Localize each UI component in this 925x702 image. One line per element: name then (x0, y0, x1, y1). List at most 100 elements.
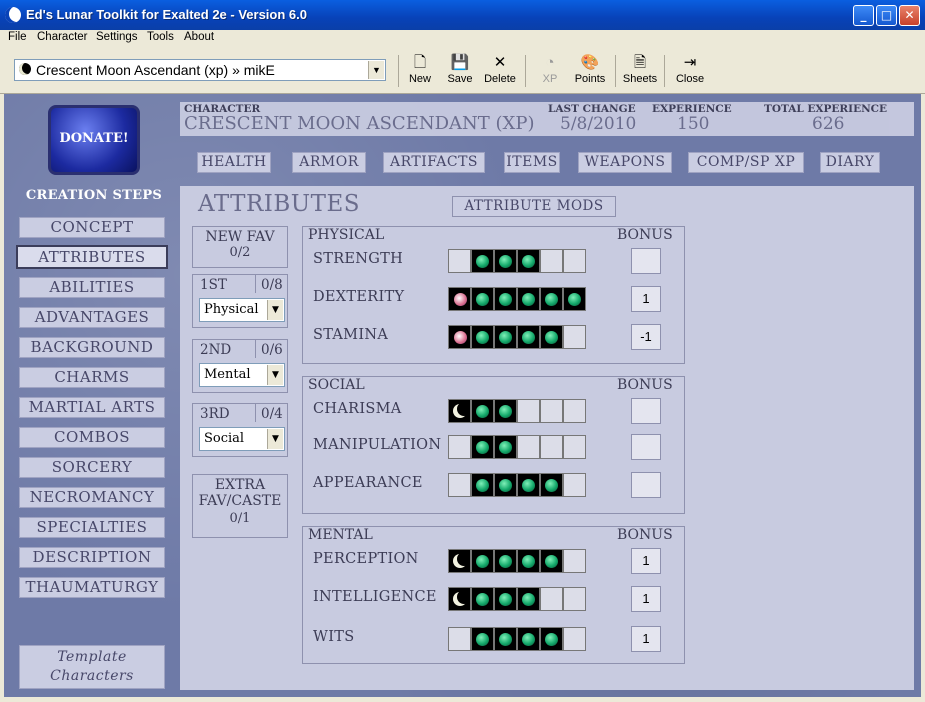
filled-dot[interactable] (494, 435, 517, 459)
filled-dot[interactable] (494, 627, 517, 651)
crescent-moon-icon[interactable] (448, 587, 471, 611)
menu-tools[interactable]: Tools (147, 31, 174, 43)
filled-dot[interactable] (517, 325, 540, 349)
filled-dot[interactable] (517, 549, 540, 573)
nav-attributes[interactable]: ATTRIBUTES (16, 245, 168, 269)
nav-specialties[interactable]: SPECIALTIES (19, 517, 165, 538)
chevron-down-icon[interactable]: ▼ (267, 429, 283, 449)
menu-about[interactable]: About (184, 31, 214, 43)
template-characters-button[interactable]: Template Characters (19, 645, 165, 689)
filled-dot[interactable] (471, 587, 494, 611)
filled-dot[interactable] (494, 587, 517, 611)
save-button[interactable]: 💾 Save (440, 53, 480, 91)
filled-dot[interactable] (517, 627, 540, 651)
tab-comp-sp-xp[interactable]: COMP/SP XP (688, 152, 804, 173)
filled-dot[interactable] (494, 249, 517, 273)
empty-dot[interactable] (563, 473, 586, 497)
filled-dot[interactable] (540, 549, 563, 573)
empty-dot[interactable] (448, 627, 471, 651)
nav-martial-arts[interactable]: MARTIAL ARTS (19, 397, 165, 418)
menu-character[interactable]: Character (37, 31, 88, 43)
tab-items[interactable]: ITEMS (504, 152, 560, 173)
empty-dot[interactable] (448, 473, 471, 497)
donate-button[interactable]: DONATE! (48, 105, 140, 175)
filled-dot[interactable] (494, 549, 517, 573)
stamina-bonus-field[interactable]: -1 (631, 324, 661, 350)
tab-health[interactable]: HEALTH (197, 152, 271, 173)
charisma-bonus-field[interactable] (631, 398, 661, 424)
maximize-button[interactable]: □ (876, 5, 897, 26)
nav-charms[interactable]: CHARMS (19, 367, 165, 388)
nav-concept[interactable]: CONCEPT (19, 217, 165, 238)
empty-dot[interactable] (563, 325, 586, 349)
filled-dot[interactable] (540, 325, 563, 349)
menu-file[interactable]: File (8, 31, 27, 43)
caste-mark-icon[interactable] (448, 287, 471, 311)
nav-advantages[interactable]: ADVANTAGES (19, 307, 165, 328)
menu-settings[interactable]: Settings (96, 31, 138, 43)
empty-dot[interactable] (563, 549, 586, 573)
nav-necromancy[interactable]: NECROMANCY (19, 487, 165, 508)
filled-dot[interactable] (517, 473, 540, 497)
appearance-bonus-field[interactable] (631, 472, 661, 498)
dexterity-bonus-field[interactable]: 1 (631, 286, 661, 312)
empty-dot[interactable] (448, 249, 471, 273)
close-button[interactable]: ⇥ Close (670, 53, 710, 91)
filled-dot[interactable] (540, 473, 563, 497)
empty-dot[interactable] (540, 587, 563, 611)
sheets-button[interactable]: 🗎 Sheets (620, 53, 660, 91)
third-priority-select[interactable]: Social ▼ (199, 427, 285, 451)
filled-dot[interactable] (471, 435, 494, 459)
nav-background[interactable]: BACKGROUND (19, 337, 165, 358)
character-select[interactable]: Crescent Moon Ascendant (xp) » mikE ▼ (14, 59, 386, 81)
new-button[interactable]: 🗋 New (400, 53, 440, 91)
first-priority-select[interactable]: Physical ▼ (199, 298, 285, 322)
crescent-moon-icon[interactable] (448, 399, 471, 423)
minimize-button[interactable]: _ (853, 5, 874, 26)
tab-armor[interactable]: ARMOR (292, 152, 366, 173)
filled-dot[interactable] (471, 473, 494, 497)
second-priority-select[interactable]: Mental ▼ (199, 363, 285, 387)
empty-dot[interactable] (563, 249, 586, 273)
empty-dot[interactable] (540, 249, 563, 273)
points-button[interactable]: 🎨 Points (570, 53, 610, 91)
strength-bonus-field[interactable] (631, 248, 661, 274)
filled-dot[interactable] (471, 287, 494, 311)
empty-dot[interactable] (563, 399, 586, 423)
filled-dot[interactable] (540, 627, 563, 651)
empty-dot[interactable] (563, 587, 586, 611)
wits-bonus-field[interactable]: 1 (631, 626, 661, 652)
filled-dot[interactable] (517, 249, 540, 273)
nav-thaumaturgy[interactable]: THAUMATURGY (19, 577, 165, 598)
empty-dot[interactable] (517, 435, 540, 459)
filled-dot[interactable] (563, 287, 586, 311)
tab-artifacts[interactable]: ARTIFACTS (383, 152, 485, 173)
nav-combos[interactable]: COMBOS (19, 427, 165, 448)
filled-dot[interactable] (471, 325, 494, 349)
xp-button[interactable]: ◔ XP (530, 53, 570, 91)
crescent-moon-icon[interactable] (448, 549, 471, 573)
chevron-down-icon[interactable]: ▼ (267, 300, 283, 320)
nav-abilities[interactable]: ABILITIES (19, 277, 165, 298)
filled-dot[interactable] (471, 549, 494, 573)
filled-dot[interactable] (494, 325, 517, 349)
attribute-mods-button[interactable]: ATTRIBUTE MODS (452, 196, 616, 217)
chevron-down-icon[interactable]: ▼ (368, 61, 384, 79)
filled-dot[interactable] (540, 287, 563, 311)
empty-dot[interactable] (540, 399, 563, 423)
filled-dot[interactable] (517, 287, 540, 311)
empty-dot[interactable] (563, 435, 586, 459)
nav-sorcery[interactable]: SORCERY (19, 457, 165, 478)
filled-dot[interactable] (517, 587, 540, 611)
filled-dot[interactable] (471, 399, 494, 423)
close-window-button[interactable]: ✕ (899, 5, 920, 26)
intelligence-bonus-field[interactable]: 1 (631, 586, 661, 612)
delete-button[interactable]: ✕ Delete (480, 53, 520, 91)
empty-dot[interactable] (517, 399, 540, 423)
empty-dot[interactable] (563, 627, 586, 651)
chevron-down-icon[interactable]: ▼ (267, 365, 283, 385)
empty-dot[interactable] (540, 435, 563, 459)
perception-bonus-field[interactable]: 1 (631, 548, 661, 574)
filled-dot[interactable] (471, 627, 494, 651)
manipulation-bonus-field[interactable] (631, 434, 661, 460)
